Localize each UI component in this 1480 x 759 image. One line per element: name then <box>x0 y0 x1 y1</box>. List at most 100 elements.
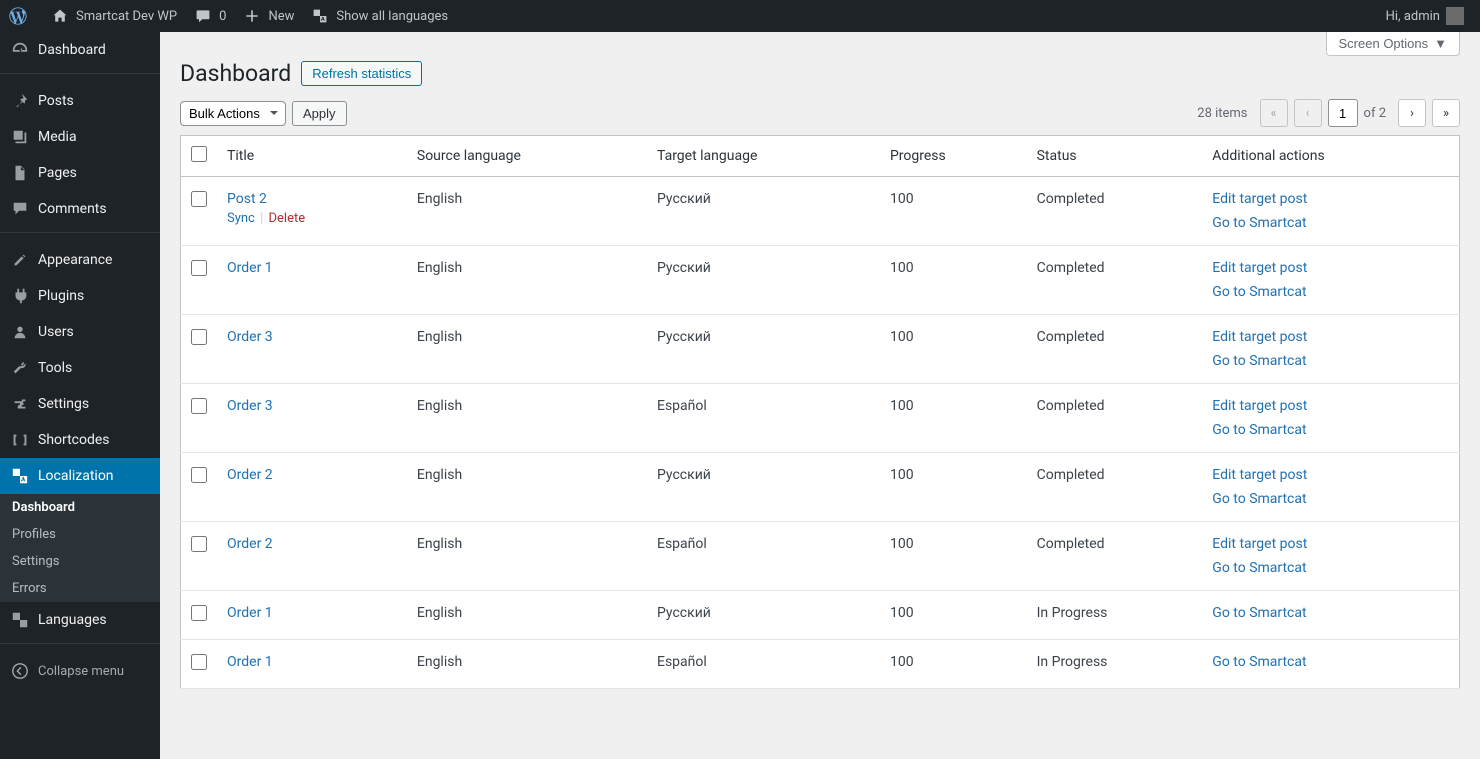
edit-target-link[interactable]: Edit target post <box>1212 467 1449 483</box>
source-cell: English <box>407 591 647 640</box>
sidebar-item-media[interactable]: Media <box>0 119 160 155</box>
target-cell: Español <box>647 384 880 453</box>
table-row: Order 2 EnglishEspañol100Completed Edit ta… <box>181 522 1460 591</box>
sidebar-item-languages[interactable]: Languages <box>0 602 160 638</box>
go-to-smartcat-link[interactable]: Go to Smartcat <box>1212 560 1449 576</box>
first-page-button[interactable]: « <box>1260 99 1288 127</box>
title-link[interactable]: Order 1 <box>227 605 273 621</box>
row-checkbox[interactable] <box>191 260 207 276</box>
apply-button[interactable]: Apply <box>292 101 347 126</box>
col-source: Source language <box>407 136 647 177</box>
sidebar-item-plugins[interactable]: Plugins <box>0 278 160 314</box>
select-all-checkbox[interactable] <box>191 146 207 162</box>
target-cell: Русский <box>647 453 880 522</box>
title-link[interactable]: Order 1 <box>227 654 273 670</box>
sidebar-item-pages[interactable]: Pages <box>0 155 160 191</box>
status-cell: Completed <box>1027 522 1203 591</box>
new-label: New <box>268 9 294 24</box>
source-cell: English <box>407 522 647 591</box>
edit-target-link[interactable]: Edit target post <box>1212 260 1449 276</box>
row-checkbox[interactable] <box>191 467 207 483</box>
new-link[interactable]: New <box>234 0 302 32</box>
collapse-icon <box>10 661 30 681</box>
row-checkbox[interactable] <box>191 191 207 207</box>
title-link[interactable]: Order 2 <box>227 536 273 552</box>
submenu-dashboard[interactable]: Dashboard <box>0 494 160 521</box>
row-checkbox[interactable] <box>191 605 207 621</box>
site-name-link[interactable]: Smartcat Dev WP <box>42 0 185 32</box>
status-cell: Completed <box>1027 177 1203 246</box>
avatar <box>1446 7 1464 25</box>
table-row: Order 1EnglishРусский100CompletedEdit ta… <box>181 246 1460 315</box>
delete-link[interactable]: Delete <box>268 211 305 226</box>
title-link[interactable]: Post 2 <box>227 191 267 207</box>
sidebar-item-users[interactable]: Users <box>0 314 160 350</box>
show-languages-link[interactable]: Show all languages <box>302 0 456 32</box>
submenu-settings[interactable]: Settings <box>0 548 160 575</box>
go-to-smartcat-link[interactable]: Go to Smartcat <box>1212 605 1449 621</box>
progress-cell: 100 <box>880 522 1027 591</box>
account-link[interactable]: Hi, admin <box>1378 0 1472 32</box>
last-page-button[interactable]: » <box>1432 99 1460 127</box>
title-link[interactable]: Order 3 <box>227 329 273 345</box>
progress-cell: 100 <box>880 591 1027 640</box>
next-page-button[interactable]: › <box>1398 99 1426 127</box>
col-actions: Additional actions <box>1202 136 1459 177</box>
wp-logo[interactable] <box>0 0 42 32</box>
go-to-smartcat-link[interactable]: Go to Smartcat <box>1212 491 1449 507</box>
edit-target-link[interactable]: Edit target post <box>1212 329 1449 345</box>
row-checkbox[interactable] <box>191 654 207 670</box>
bulk-actions-select[interactable]: Bulk Actions <box>180 101 286 126</box>
actions-cell: Edit target post Go to Smartcat <box>1202 246 1459 315</box>
row-checkbox[interactable] <box>191 536 207 552</box>
table-row: Order 1EnglishEspañol100In ProgressGo to… <box>181 640 1460 689</box>
go-to-smartcat-link[interactable]: Go to Smartcat <box>1212 654 1449 670</box>
sync-link[interactable]: Sync <box>227 211 255 226</box>
localization-submenu: Dashboard Profiles Settings Errors <box>0 494 160 602</box>
prev-page-button[interactable]: ‹ <box>1294 99 1322 127</box>
source-cell: English <box>407 246 647 315</box>
submenu-profiles[interactable]: Profiles <box>0 521 160 548</box>
sidebar-item-shortcodes[interactable]: Shortcodes <box>0 422 160 458</box>
sidebar-item-tools[interactable]: Tools <box>0 350 160 386</box>
progress-cell: 100 <box>880 177 1027 246</box>
comments-count: 0 <box>219 9 226 24</box>
refresh-statistics-button[interactable]: Refresh statistics <box>301 61 422 86</box>
sidebar-item-settings[interactable]: Settings <box>0 386 160 422</box>
screen-options-button[interactable]: Screen Options ▼ <box>1326 32 1460 56</box>
go-to-smartcat-link[interactable]: Go to Smartcat <box>1212 422 1449 438</box>
dashboard-icon <box>10 40 30 60</box>
title-link[interactable]: Order 3 <box>227 398 273 414</box>
show-languages-label: Show all languages <box>336 9 448 24</box>
row-checkbox[interactable] <box>191 329 207 345</box>
title-link[interactable]: Order 1 <box>227 260 273 276</box>
title-link[interactable]: Order 2 <box>227 467 273 483</box>
target-cell: Русский <box>647 315 880 384</box>
source-cell: English <box>407 453 647 522</box>
progress-cell: 100 <box>880 384 1027 453</box>
sidebar-item-appearance[interactable]: Appearance <box>0 242 160 278</box>
comments-link[interactable]: 0 <box>185 0 234 32</box>
go-to-smartcat-link[interactable]: Go to Smartcat <box>1212 215 1449 231</box>
go-to-smartcat-link[interactable]: Go to Smartcat <box>1212 284 1449 300</box>
col-title[interactable]: Title <box>217 136 407 177</box>
submenu-errors[interactable]: Errors <box>0 575 160 602</box>
sidebar-item-comments[interactable]: Comments <box>0 191 160 227</box>
target-cell: Русский <box>647 246 880 315</box>
go-to-smartcat-link[interactable]: Go to Smartcat <box>1212 353 1449 369</box>
sidebar-label: Appearance <box>38 252 112 268</box>
edit-target-link[interactable]: Edit target post <box>1212 536 1449 552</box>
current-page-input[interactable] <box>1328 99 1358 127</box>
row-checkbox[interactable] <box>191 398 207 414</box>
separator: | <box>255 211 269 226</box>
sidebar-item-dashboard[interactable]: Dashboard <box>0 32 160 68</box>
edit-target-link[interactable]: Edit target post <box>1212 191 1449 207</box>
target-cell: Español <box>647 522 880 591</box>
edit-target-link[interactable]: Edit target post <box>1212 398 1449 414</box>
status-cell: In Progress <box>1027 591 1203 640</box>
table-row: Order 3EnglishEspañol100CompletedEdit ta… <box>181 384 1460 453</box>
sidebar-item-localization[interactable]: Localization <box>0 458 160 494</box>
sidebar-item-posts[interactable]: Posts <box>0 83 160 119</box>
actions-cell: Go to Smartcat <box>1202 591 1459 640</box>
collapse-menu[interactable]: Collapse menu <box>0 653 160 689</box>
